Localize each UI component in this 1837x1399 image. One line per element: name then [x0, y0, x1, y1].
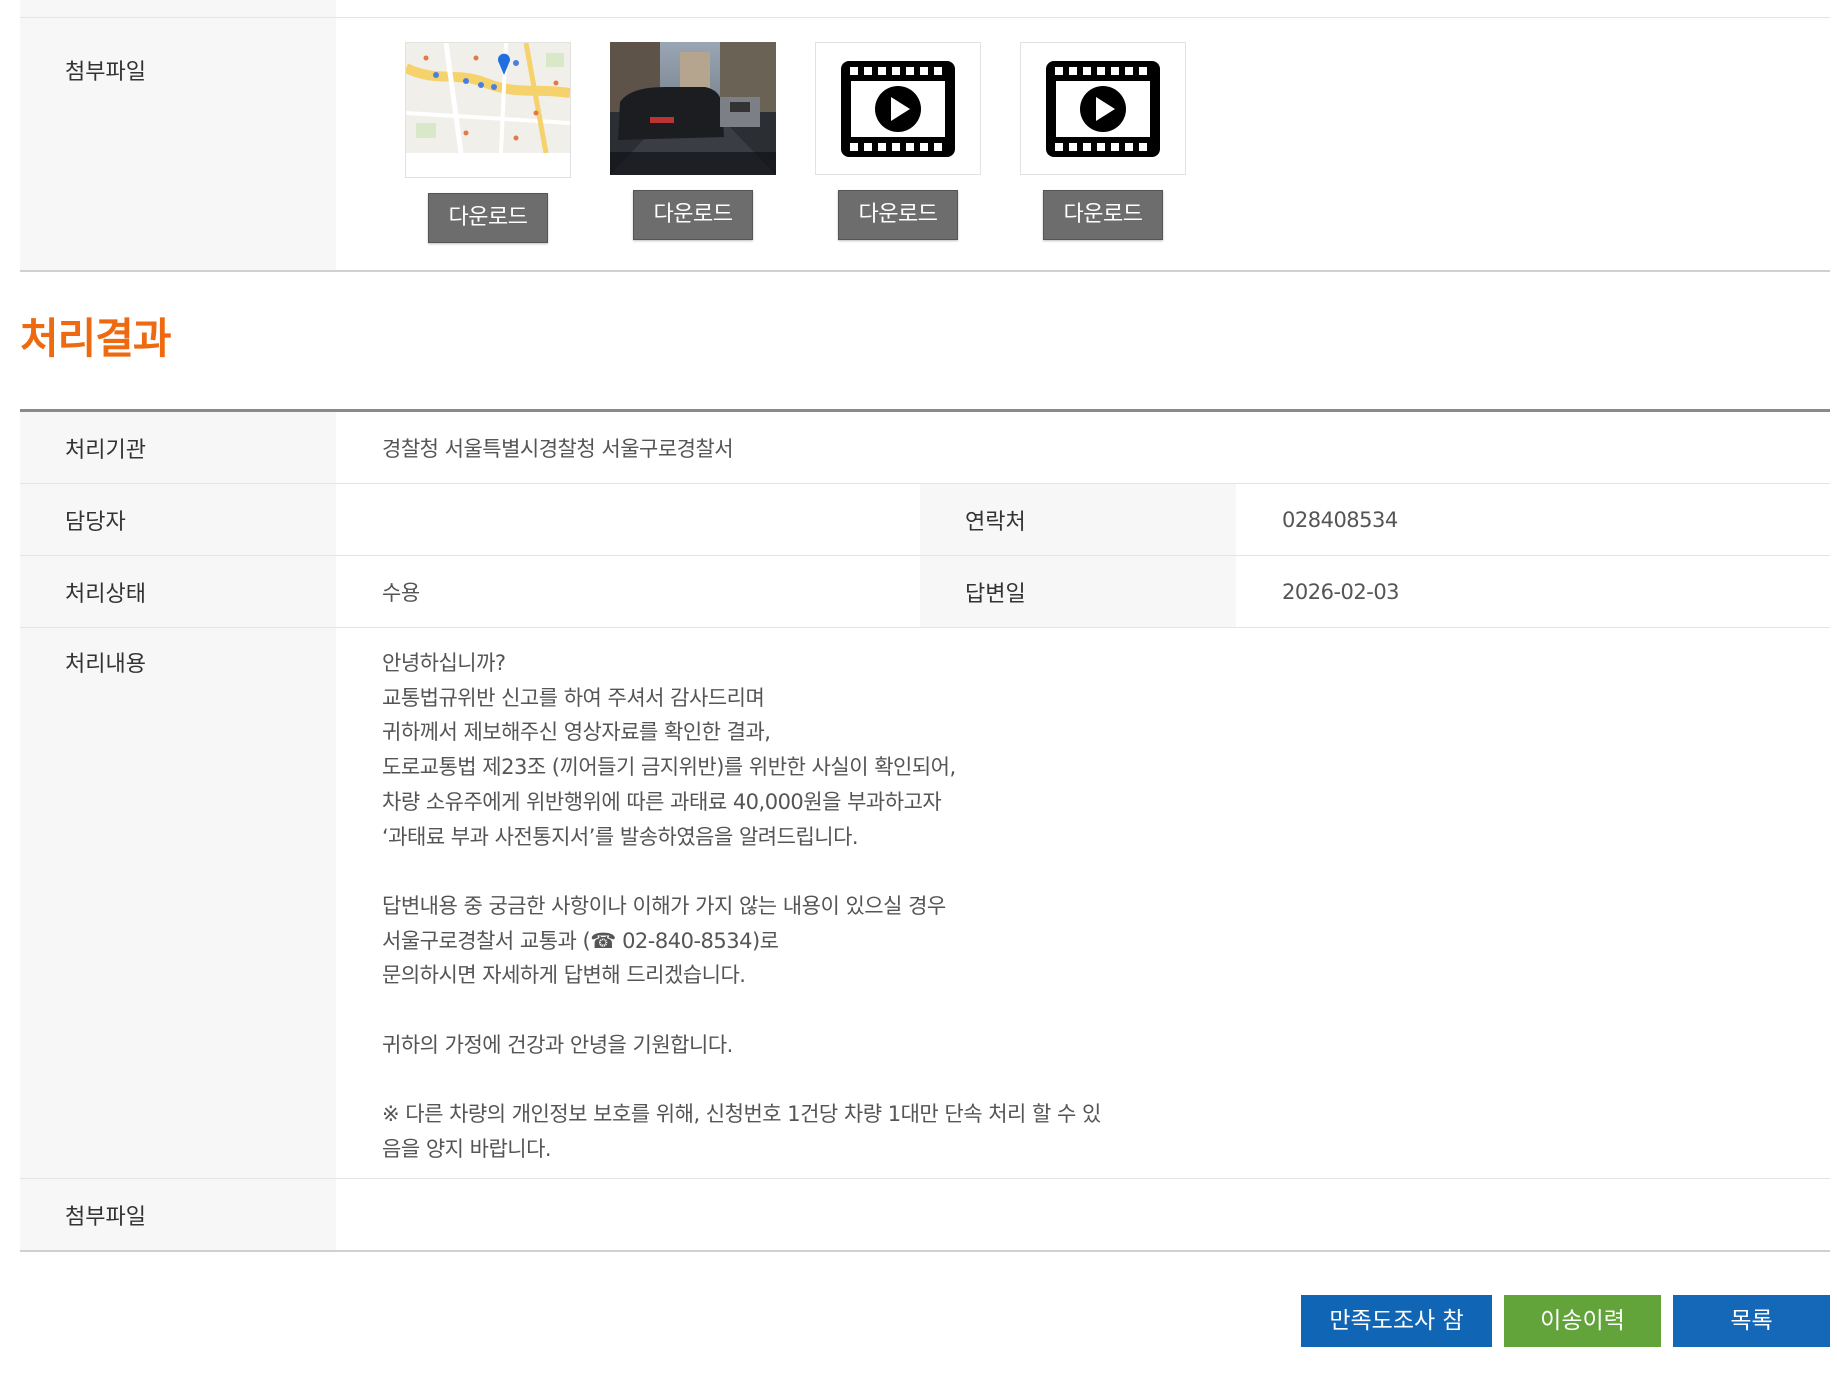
agency-label: 처리기관 — [20, 412, 336, 483]
content-line — [382, 854, 1101, 889]
attachments-row: 첨부파일 다운로드 다운로드 다운로드 다운로드 — [20, 18, 1830, 272]
content-line: 음을 양지 바랍니다. — [382, 1136, 552, 1161]
request-detail-section: 첨부파일 다운로드 다운로드 다운로드 다운로드 — [20, 0, 1830, 272]
content-line: 교통법규위반 신고를 하여 주셔서 감사드리며 — [382, 685, 765, 710]
download-button[interactable]: 다운로드 — [1043, 190, 1163, 240]
previous-row-header — [20, 0, 336, 17]
result-attachments-row: 첨부파일 — [20, 1179, 1830, 1252]
result-attachments-value — [336, 1179, 1830, 1250]
content-line — [382, 993, 1101, 1028]
manager-row: 담당자 연락처 028408534 — [20, 484, 1830, 556]
download-button[interactable]: 다운로드 — [428, 193, 548, 243]
download-button[interactable]: 다운로드 — [838, 190, 958, 240]
video-file-icon — [1046, 61, 1160, 157]
attachments-label: 첨부파일 — [20, 18, 336, 270]
photo-thumbnail[interactable] — [610, 42, 776, 175]
content-line — [382, 1062, 1101, 1097]
answer-date-label: 답변일 — [920, 556, 1236, 627]
video-thumbnail[interactable] — [1020, 42, 1186, 175]
attachment-item: 다운로드 — [608, 42, 778, 240]
content-line: ‘과태료 부과 사전통지서’를 발송하였음을 알려드립니다. — [382, 824, 859, 849]
section-title-result: 처리결과 — [20, 314, 172, 363]
status-label: 처리상태 — [20, 556, 336, 627]
contact-label: 연락처 — [920, 484, 1236, 555]
content-line: ※ 다른 차량의 개인정보 보호를 위해, 신청번호 1건당 차량 1대만 단속… — [382, 1102, 1101, 1127]
status-row: 처리상태 수용 답변일 2026-02-03 — [20, 556, 1830, 628]
video-thumbnail[interactable] — [815, 42, 981, 175]
agency-value: 경찰청 서울특별시경찰청 서울구로경찰서 — [382, 436, 734, 461]
map-image — [406, 43, 570, 154]
content-line: 문의하시면 자세하게 답변해 드리겠습니다. — [382, 963, 746, 988]
content-line: 서울구로경찰서 교통과 (☎ 02-840-8534)로 — [382, 928, 779, 953]
attachment-item: 다운로드 — [403, 42, 573, 243]
content-text: 안녕하십니까? 교통법규위반 신고를 하여 주셔서 감사드리며귀하께서 제보해주신… — [382, 646, 1101, 1167]
list-button[interactable]: 목록 — [1673, 1295, 1830, 1347]
survey-button[interactable]: 만족도조사 참여 — [1301, 1295, 1492, 1386]
attachment-item: 다운로드 — [813, 42, 983, 240]
video-file-icon — [841, 61, 955, 157]
previous-row-remnant — [20, 0, 1830, 18]
manager-label: 담당자 — [20, 484, 336, 555]
status-value: 수용 — [382, 580, 420, 605]
manager-value — [336, 484, 920, 555]
attachments-cell: 다운로드 다운로드 다운로드 다운로드 — [336, 18, 1830, 270]
map-thumbnail[interactable] — [405, 42, 571, 178]
content-line: 도로교통법 제23조 (끼어들기 금지위반)를 위반한 사실이 확인되어, — [382, 755, 956, 780]
photo-image — [610, 42, 776, 175]
contact-value: 028408534 — [1282, 507, 1398, 532]
content-line: 귀하의 가정에 건강과 안녕을 기원합니다. — [382, 1032, 733, 1057]
answer-date-value: 2026-02-03 — [1282, 579, 1400, 604]
content-line: 차량 소유주에게 위반행위에 따른 과태료 40,000원을 부과하고자 — [382, 789, 942, 814]
action-buttons: 만족도조사 참여 이송이력 목록 — [1301, 1295, 1830, 1386]
content-value: 안녕하십니까? 교통법규위반 신고를 하여 주셔서 감사드리며귀하께서 제보해주신… — [336, 628, 1830, 1178]
result-table: 처리기관 경찰청 서울특별시경찰청 서울구로경찰서 담당자 연락처 028408… — [20, 409, 1830, 1252]
transfer-history-button[interactable]: 이송이력 — [1504, 1295, 1661, 1347]
content-line: 귀하께서 제보해주신 영상자료를 확인한 결과, — [382, 720, 771, 745]
attachment-item: 다운로드 — [1018, 42, 1188, 240]
result-attachments-label: 첨부파일 — [20, 1179, 336, 1250]
content-line: 답변내용 중 궁금한 사항이나 이해가 가지 않는 내용이 있으실 경우 — [382, 893, 946, 918]
content-line: 안녕하십니까? — [382, 651, 506, 675]
content-label: 처리내용 — [20, 628, 336, 1178]
content-row: 처리내용 안녕하십니까? 교통법규위반 신고를 하여 주셔서 감사드리며귀하께서 … — [20, 628, 1830, 1179]
agency-row: 처리기관 경찰청 서울특별시경찰청 서울구로경찰서 — [20, 412, 1830, 484]
download-button[interactable]: 다운로드 — [633, 190, 753, 240]
